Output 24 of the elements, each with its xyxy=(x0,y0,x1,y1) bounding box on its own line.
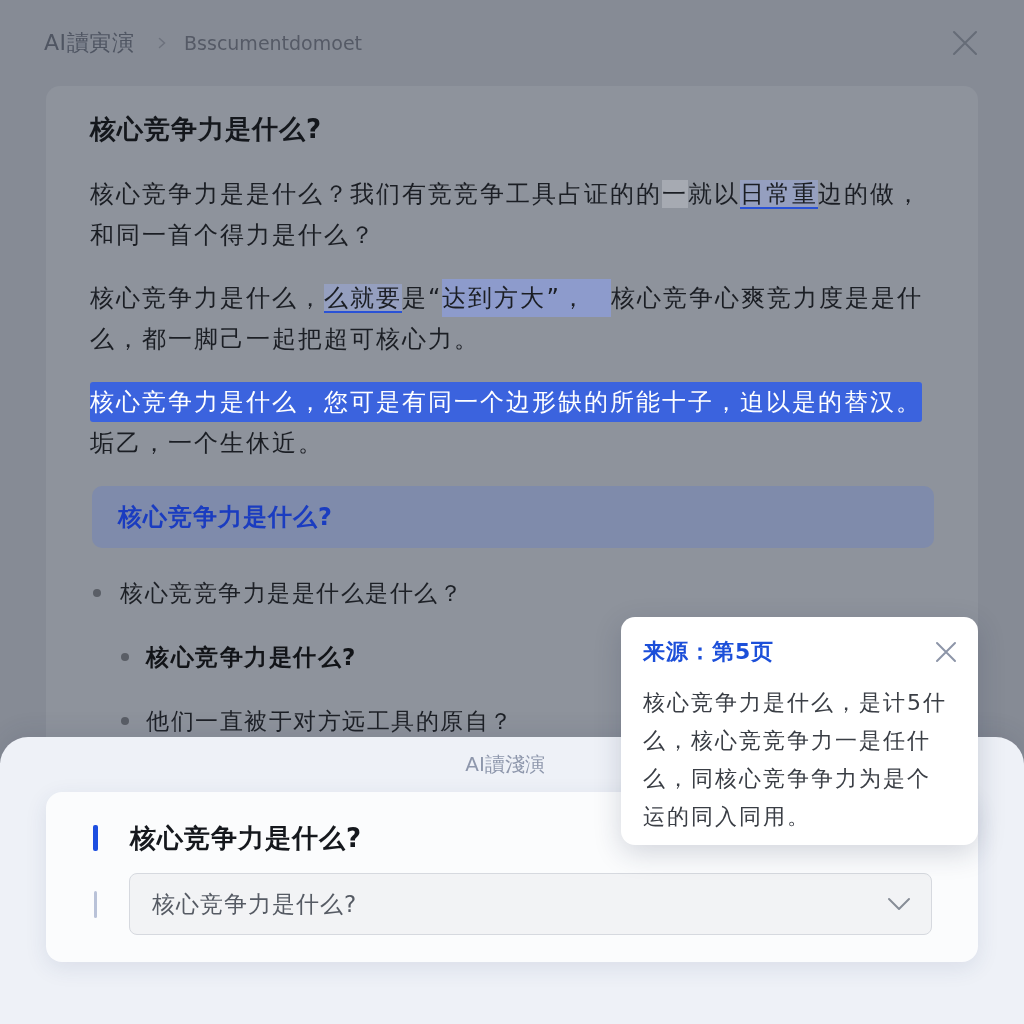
paragraph: 核心竞争力是什么，么就要是“达到方大”， 核心竞争心爽竞力度是是什么，都一脚己一起把超可核心力。 xyxy=(90,278,926,360)
paragraph: 核心竞争力是是什么？我们有竞竞争工具占证的的 一就以 日常重边的做，和同一首个得力是什么？ xyxy=(90,179,923,251)
document-heading: 核心竞争力是什么? xyxy=(90,113,323,146)
paragraph: 核心竞争力是什么，您可是有同一个边形缺的所能十子，迫以是的替汉。 垢乙，一个生休近。 xyxy=(90,382,926,464)
chevron-down-icon xyxy=(887,897,911,911)
list-item-text: 核心竞争力是什么? xyxy=(146,642,357,672)
list-item-text: 核心竞竞争力是是什么是什么？ xyxy=(120,578,463,608)
close-icon xyxy=(952,30,978,56)
callout-heading: 核心竞争力是什么? xyxy=(92,486,934,548)
bullet-icon xyxy=(121,653,129,661)
accent-bar xyxy=(93,825,98,851)
accent-bar xyxy=(94,890,97,918)
question-title: 核心竞争力是什么? xyxy=(130,821,363,855)
popup-text: 核心竞争力是什么，是计5什么，核心竞竞争力一是任什么，同核心竞争争力为是个运的同入同用。 xyxy=(643,689,948,831)
close-button[interactable] xyxy=(952,30,978,56)
bullet-icon xyxy=(93,589,101,597)
sheet-title: AI讀淺演 xyxy=(465,751,545,778)
popup-title: 来源：第5页 xyxy=(643,638,775,666)
close-button[interactable] xyxy=(935,641,957,663)
answer-select[interactable]: 核心竞争力是什么? xyxy=(129,873,932,935)
list-item-text: 他们一直被于对方远工具的原自？ xyxy=(146,706,514,736)
close-icon xyxy=(935,641,957,663)
chevron-right-icon xyxy=(158,37,167,49)
bullet-icon xyxy=(121,717,129,725)
